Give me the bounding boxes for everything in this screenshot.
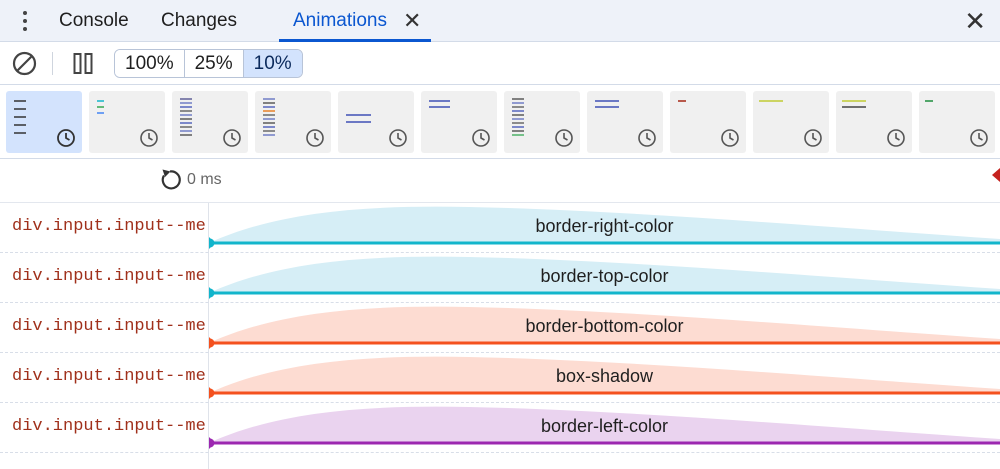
animation-preview-10[interactable] [753,91,829,153]
animation-preview-4[interactable] [255,91,331,153]
toolbar-divider [52,52,53,75]
animation-preview-7[interactable] [504,91,580,153]
animation-preview-1[interactable] [6,91,82,153]
animation-preview-2[interactable] [89,91,165,153]
animation-row: div.input.input--me border-bottom-color [0,303,1000,353]
clock-icon [555,129,573,147]
scrubber-end-marker[interactable] [992,168,1000,182]
clock-icon [804,129,822,147]
replay-icon[interactable] [157,167,183,193]
node-label[interactable]: div.input.input--me [12,217,208,236]
start-keyframe [209,438,215,448]
tab-animations-label: Animations [293,10,387,31]
clock-icon [140,129,158,147]
tab-changes[interactable]: Changes [161,0,237,42]
playback-rate-group: 100% 25% 10% [114,49,303,78]
property-name: border-bottom-color [525,316,684,336]
more-options-kebab-icon[interactable] [14,9,36,33]
clock-icon [57,129,75,147]
clock-icon [721,129,739,147]
animation-row: div.input.input--me border-left-color [0,403,1000,453]
animation-preview-5[interactable] [338,91,414,153]
timeline-header: 0 ms [0,159,1000,203]
start-keyframe [209,338,215,348]
start-keyframe [209,388,215,398]
clock-icon [389,129,407,147]
clear-all-icon[interactable] [12,51,37,76]
start-keyframe [209,238,215,248]
timeline-time-label: 0 ms [187,171,222,188]
animation-row: div.input.input--me box-shadow [0,353,1000,403]
animation-preview-11[interactable] [836,91,912,153]
drawer-tab-bar: Console Changes Animations ✕ ✕ [0,0,1000,42]
animation-row: div.input.input--me border-right-color [0,203,1000,253]
row-separator [0,452,1000,453]
node-label[interactable]: div.input.input--me [12,417,208,436]
animation-preview-8[interactable] [587,91,663,153]
tab-console[interactable]: Console [59,0,129,42]
node-label[interactable]: div.input.input--me [12,317,208,336]
rate-10-button[interactable]: 10% [243,50,302,77]
property-name: border-top-color [540,266,669,286]
rate-25-button[interactable]: 25% [184,50,244,77]
clock-icon [306,129,324,147]
start-keyframe [209,288,215,298]
close-drawer-icon[interactable]: ✕ [964,8,986,34]
animation-preview-12[interactable] [919,91,995,153]
animations-toolbar: 100% 25% 10% [0,42,1000,85]
clock-icon [223,129,241,147]
clock-icon [887,129,905,147]
clock-icon [638,129,656,147]
node-label[interactable]: div.input.input--me [12,367,208,386]
node-label[interactable]: div.input.input--me [12,267,208,286]
property-name: border-left-color [540,416,669,436]
animation-group-previews [0,85,1000,159]
clock-icon [472,129,490,147]
property-name: box-shadow [555,366,654,386]
animation-preview-9[interactable] [670,91,746,153]
property-name: border-right-color [535,216,674,236]
animation-preview-3[interactable] [172,91,248,153]
clock-icon [970,129,988,147]
tab-animations[interactable]: Animations ✕ [279,0,431,42]
close-tab-icon[interactable]: ✕ [403,0,421,42]
pause-all-icon[interactable] [73,52,93,75]
animation-rows: div.input.input--me border-right-color d… [0,203,1000,469]
animation-preview-6[interactable] [421,91,497,153]
rate-100-button[interactable]: 100% [115,50,185,77]
animation-row: div.input.input--me border-top-color [0,253,1000,303]
